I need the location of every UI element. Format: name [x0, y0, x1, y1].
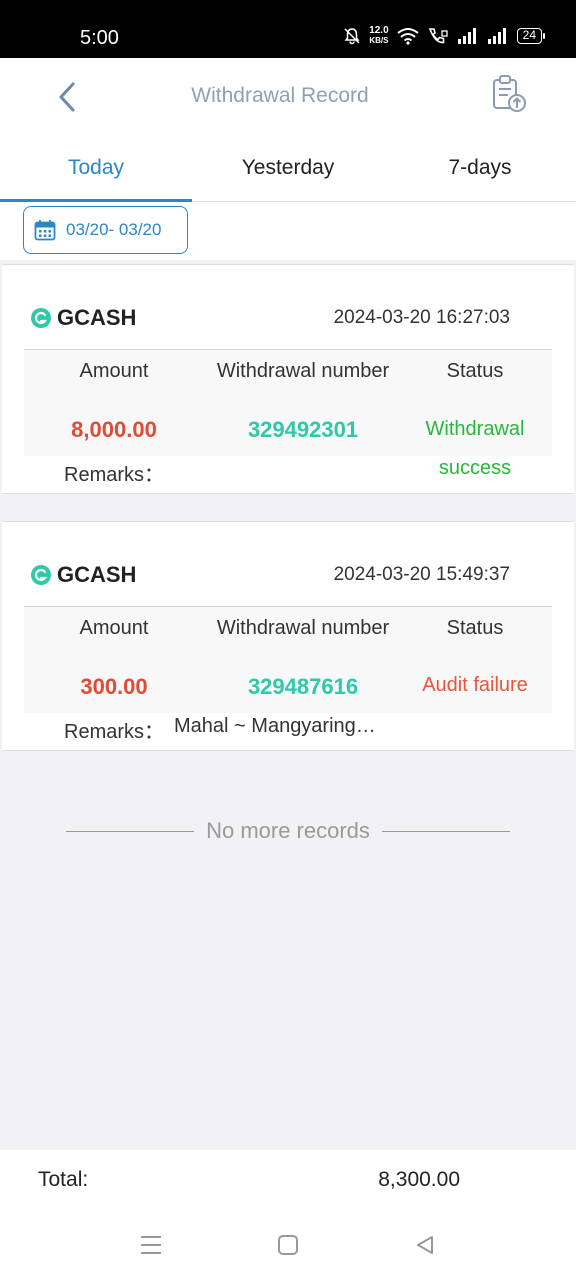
record-timestamp: 2024-03-20 16:27:03: [333, 307, 510, 328]
home-button[interactable]: [274, 1232, 302, 1258]
withdrawal-number-header: Withdrawal number: [216, 360, 390, 382]
system-nav-bar: [0, 1210, 576, 1280]
status-time: 5:00: [80, 27, 119, 49]
signal-icon-2: [487, 28, 506, 44]
record-details: Amount Withdrawal number Status 8,000.00…: [24, 350, 552, 479]
date-tabs: Today Yesterday 7-days: [0, 136, 576, 202]
no-more-records-text: No more records: [206, 818, 370, 843]
gcash-logo-icon: [31, 565, 51, 585]
payment-method-name: GCASH: [57, 562, 137, 587]
clipboard-upload-icon: [493, 75, 526, 112]
amount-header: Amount: [79, 617, 149, 639]
status-bar: 5:00 12.0 KB/S 24: [0, 0, 576, 58]
status-value: Withdrawal success: [425, 418, 525, 479]
network-speed: 12.0 KB/S: [369, 25, 389, 46]
remarks-value: Mahal ~ Mangyaring…: [174, 715, 376, 737]
remarks-row: Remarks：: [64, 458, 174, 487]
menu-icon: [141, 1236, 161, 1254]
status-icons: 12.0 KB/S 24: [343, 25, 546, 46]
status-header: Status: [446, 617, 504, 639]
recent-apps-button[interactable]: [137, 1232, 165, 1258]
amount-value: 8,000.00: [71, 417, 157, 442]
date-range-picker[interactable]: 03/20- 03/20: [23, 206, 188, 254]
payment-method-name: GCASH: [57, 305, 137, 330]
tab-yesterday[interactable]: Yesterday: [192, 136, 384, 201]
app-header: Withdrawal Record: [0, 58, 576, 136]
remarks-label: Remarks：: [64, 721, 165, 743]
total-value: 8,300.00: [378, 1168, 460, 1191]
status-value: Audit failure: [422, 674, 528, 696]
battery-icon: 24: [516, 28, 546, 44]
remarks-row: Remarks： Mahal ~ Mangyaring…: [64, 715, 376, 744]
calendar-icon: [34, 220, 56, 241]
gcash-logo-icon: [31, 308, 51, 328]
back-triangle-icon: [417, 1236, 433, 1254]
withdrawal-number-value: 329492301: [247, 417, 359, 442]
withdrawal-history-button[interactable]: [490, 74, 528, 114]
divider-left: [66, 830, 195, 832]
amount-value: 300.00: [80, 674, 148, 699]
page-title: Withdrawal Record: [191, 84, 369, 107]
withdrawal-number-value: 329487616: [247, 674, 359, 699]
amount-header: Amount: [79, 360, 149, 382]
tab-today[interactable]: Today: [0, 136, 192, 202]
withdrawal-record-card: GCASH 2024-03-20 16:27:03 Amount Withdra…: [2, 264, 574, 494]
withdrawal-number-header: Withdrawal number: [216, 617, 390, 639]
back-nav-button[interactable]: [411, 1232, 439, 1258]
record-details: Amount Withdrawal number Status 300.00 3…: [24, 607, 552, 713]
mute-bell-icon: [344, 28, 360, 45]
wifi-icon: [397, 28, 419, 45]
withdrawal-record-card: GCASH 2024-03-20 15:49:37 Amount Withdra…: [2, 521, 574, 751]
no-more-records: No more records: [66, 818, 510, 844]
payment-method: GCASH: [30, 305, 136, 331]
total-label: Total:: [38, 1168, 89, 1191]
date-filter-bar: 03/20- 03/20: [0, 202, 576, 260]
divider-right: [381, 830, 510, 832]
home-square-icon: [278, 1235, 298, 1255]
tab-7-days[interactable]: 7-days: [384, 136, 576, 201]
date-range-label: 03/20- 03/20: [66, 220, 162, 239]
total-bar: Total: 8,300.00: [0, 1150, 576, 1210]
payment-method: GCASH: [30, 562, 136, 588]
record-timestamp: 2024-03-20 15:49:37: [333, 564, 510, 585]
signal-icon: [457, 28, 476, 44]
remarks-label: Remarks：: [64, 464, 165, 486]
wifi-call-icon: [428, 28, 448, 44]
status-header: Status: [446, 360, 504, 382]
